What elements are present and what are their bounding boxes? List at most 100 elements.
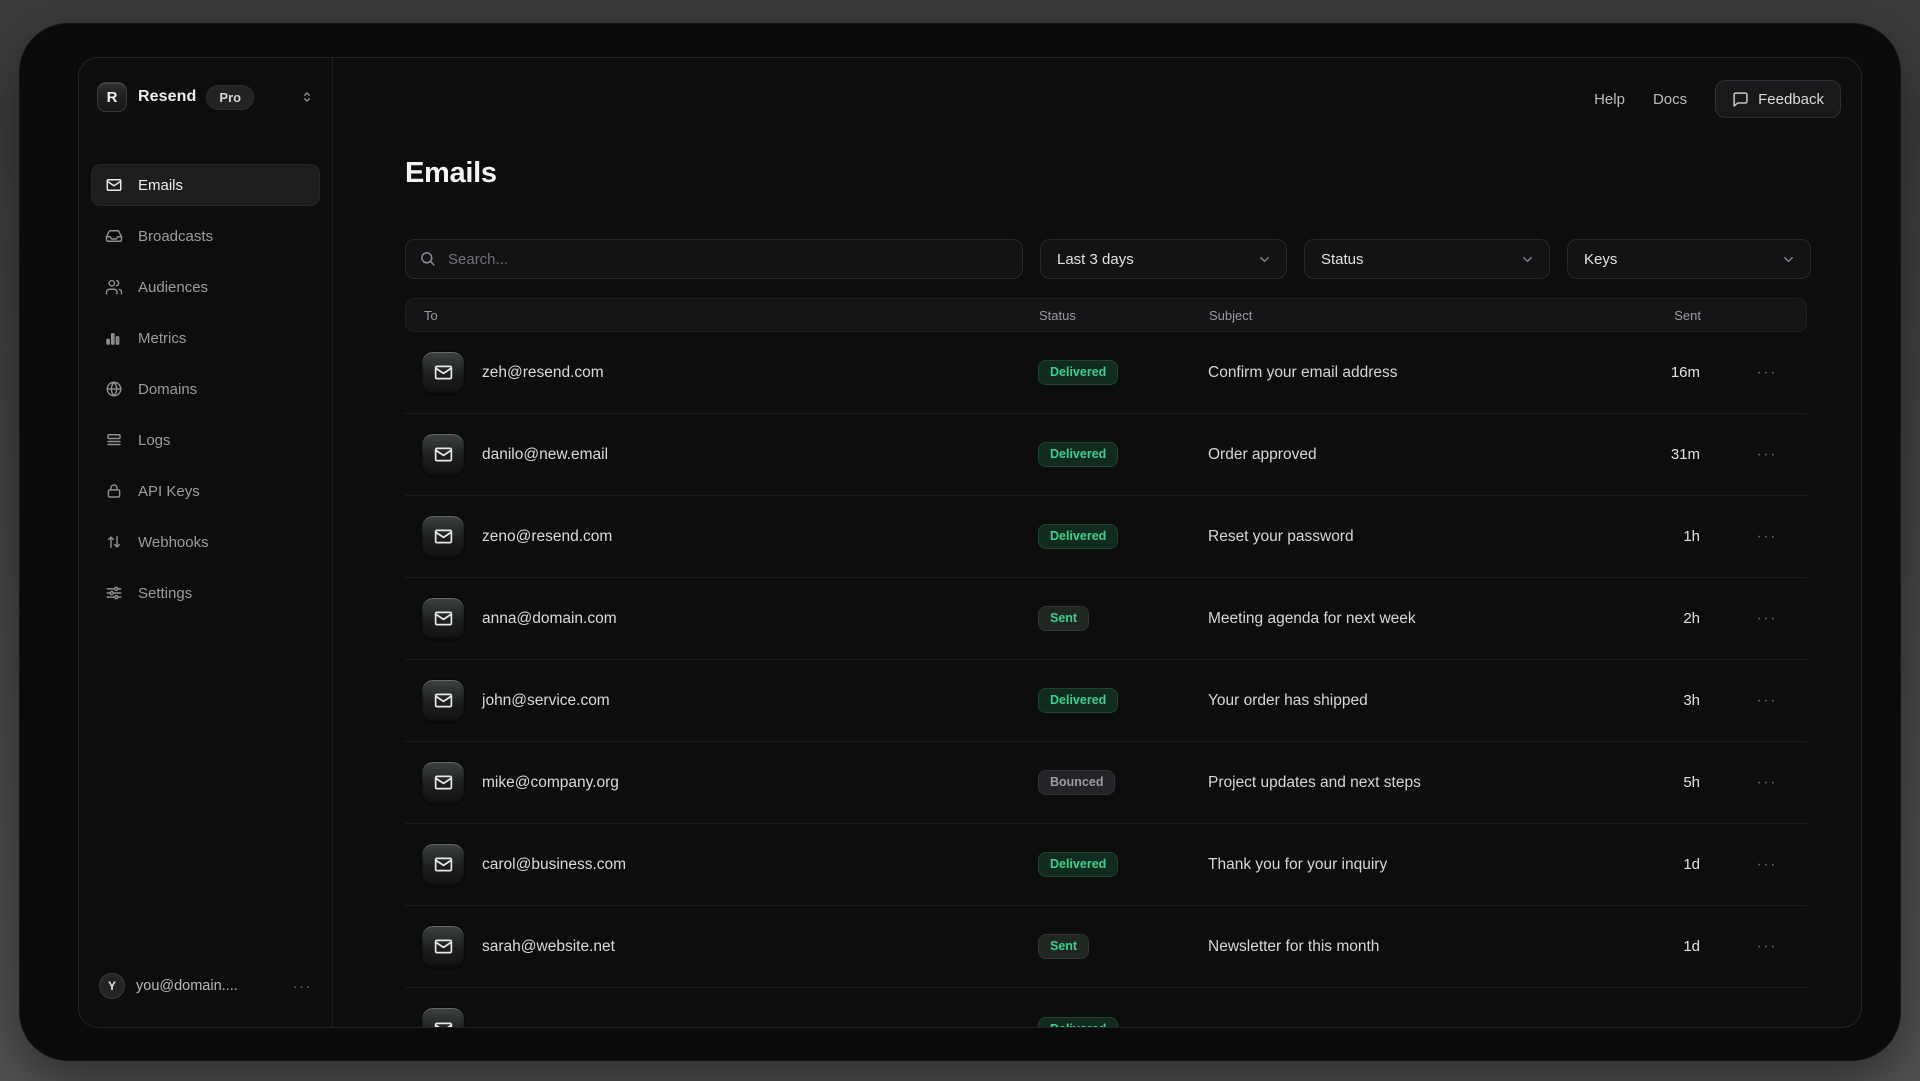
mail-icon — [421, 843, 465, 887]
table-body: zeh@resend.com Delivered Confirm your em… — [405, 332, 1807, 1028]
email-subject: Confirm your email address — [1208, 364, 1610, 382]
table-row[interactable]: zeh@resend.com Delivered Confirm your em… — [405, 332, 1807, 414]
docs-link[interactable]: Docs — [1653, 91, 1687, 108]
column-header-status: Status — [1039, 308, 1209, 323]
user-account[interactable]: Y you@domain.... ··· — [91, 969, 320, 1003]
webhooks-icon — [105, 533, 123, 551]
sidebar-item-domains[interactable]: Domains — [91, 368, 320, 410]
sidebar-item-logs[interactable]: Logs — [91, 419, 320, 461]
sidebar-item-label: Emails — [138, 177, 183, 194]
email-subject: Project updates and next steps — [1208, 774, 1610, 792]
resend-logo-icon: R — [97, 82, 127, 112]
sliders-icon — [105, 584, 123, 602]
mail-icon — [421, 351, 465, 395]
table-row[interactable]: anna@domain.com Sent Meeting agenda for … — [405, 578, 1807, 660]
mail-icon — [421, 1007, 465, 1028]
table-row[interactable]: Delivered — [405, 988, 1807, 1028]
sidebar-item-label: Audiences — [138, 279, 208, 296]
sidebar-item-metrics[interactable]: Metrics — [91, 317, 320, 359]
sidebar-item-settings[interactable]: Settings — [91, 572, 320, 614]
filter-dropdown-last-3-days[interactable]: Last 3 days — [1040, 239, 1287, 279]
main-content: Emails Last 3 days Status Keys — [333, 58, 1862, 1027]
dropdown-value: Keys — [1584, 251, 1617, 268]
dropdown-value: Status — [1321, 251, 1364, 268]
app-window: R Resend Pro Emails Broadcasts Audiences… — [78, 57, 1862, 1028]
recipient-email: zeh@resend.com — [482, 364, 604, 382]
column-header-sent: Sent — [1611, 308, 1701, 323]
email-subject: Your order has shipped — [1208, 692, 1610, 710]
table-row[interactable]: sarah@website.net Sent Newsletter for th… — [405, 906, 1807, 988]
page-title: Emails — [405, 157, 1811, 190]
sidebar-item-webhooks[interactable]: Webhooks — [91, 521, 320, 563]
sent-time: 1h — [1610, 528, 1700, 545]
sidebar-item-label: Settings — [138, 585, 192, 602]
email-subject: Thank you for your inquiry — [1208, 856, 1610, 874]
row-menu-button[interactable]: ··· — [1700, 528, 1791, 546]
table-row[interactable]: zeno@resend.com Delivered Reset your pas… — [405, 496, 1807, 578]
logs-icon — [105, 431, 123, 449]
row-menu-button[interactable]: ··· — [1700, 446, 1791, 464]
status-badge: Delivered — [1038, 1017, 1118, 1028]
row-menu-button[interactable]: ··· — [1700, 774, 1791, 792]
sent-time: 2h — [1610, 610, 1700, 627]
mail-icon — [421, 925, 465, 969]
row-menu-button[interactable]: ··· — [1700, 610, 1791, 628]
chevron-down-icon — [1257, 252, 1272, 267]
sent-time: 1d — [1610, 938, 1700, 955]
brand-name: Resend — [138, 88, 196, 106]
table-row[interactable]: danilo@new.email Delivered Order approve… — [405, 414, 1807, 496]
sent-time: 1d — [1610, 856, 1700, 873]
sidebar-nav: Emails Broadcasts Audiences Metrics Doma… — [91, 164, 320, 614]
mail-icon — [105, 176, 123, 194]
row-menu-button[interactable]: ··· — [1700, 692, 1791, 710]
mail-icon — [421, 433, 465, 477]
email-subject: Order approved — [1208, 446, 1610, 464]
dropdown-value: Last 3 days — [1057, 251, 1134, 268]
table-row[interactable]: mike@company.org Bounced Project updates… — [405, 742, 1807, 824]
sidebar-item-emails[interactable]: Emails — [91, 164, 320, 206]
sidebar: R Resend Pro Emails Broadcasts Audiences… — [79, 58, 333, 1027]
metrics-icon — [105, 329, 123, 347]
search-input[interactable] — [405, 239, 1023, 279]
feedback-button[interactable]: Feedback — [1715, 80, 1841, 118]
table-row[interactable]: john@service.com Delivered Your order ha… — [405, 660, 1807, 742]
sidebar-item-api-keys[interactable]: API Keys — [91, 470, 320, 512]
screen: R Resend Pro Emails Broadcasts Audiences… — [0, 0, 1920, 1081]
filter-dropdown-keys[interactable]: Keys — [1567, 239, 1811, 279]
status-badge: Delivered — [1038, 524, 1118, 549]
feedback-bubble-icon — [1732, 91, 1749, 108]
recipient-email: sarah@website.net — [482, 938, 615, 956]
table-row[interactable]: carol@business.com Delivered Thank you f… — [405, 824, 1807, 906]
chevron-updown-icon[interactable] — [300, 90, 314, 104]
row-menu-button[interactable]: ··· — [1700, 364, 1791, 382]
mail-icon — [421, 515, 465, 559]
status-badge: Sent — [1038, 606, 1089, 631]
audiences-icon — [105, 278, 123, 296]
lock-icon — [105, 482, 123, 500]
row-menu-button[interactable]: ··· — [1700, 938, 1791, 956]
recipient-email: mike@company.org — [482, 774, 619, 792]
table-header: To Status Subject Sent — [405, 298, 1807, 332]
sent-time: 31m — [1610, 446, 1700, 463]
chevron-down-icon — [1781, 252, 1796, 267]
row-menu-button[interactable]: ··· — [1700, 856, 1791, 874]
avatar: Y — [99, 973, 125, 999]
filter-dropdown-status[interactable]: Status — [1304, 239, 1550, 279]
broadcast-icon — [105, 227, 123, 245]
sidebar-item-label: Broadcasts — [138, 228, 213, 245]
filter-row: Last 3 days Status Keys — [405, 239, 1811, 279]
sidebar-item-broadcasts[interactable]: Broadcasts — [91, 215, 320, 257]
sidebar-item-label: Metrics — [138, 330, 186, 347]
status-badge: Delivered — [1038, 442, 1118, 467]
mail-icon — [421, 761, 465, 805]
email-subject: Newsletter for this month — [1208, 938, 1610, 956]
workspace-switcher[interactable]: R Resend Pro — [91, 82, 320, 112]
user-email: you@domain.... — [136, 978, 238, 994]
help-link[interactable]: Help — [1594, 91, 1625, 108]
column-header-subject: Subject — [1209, 308, 1611, 323]
user-menu-button[interactable]: ··· — [293, 978, 313, 995]
sidebar-item-audiences[interactable]: Audiences — [91, 266, 320, 308]
top-nav: Help Docs Feedback — [1594, 80, 1841, 118]
sidebar-item-label: API Keys — [138, 483, 200, 500]
globe-icon — [105, 380, 123, 398]
